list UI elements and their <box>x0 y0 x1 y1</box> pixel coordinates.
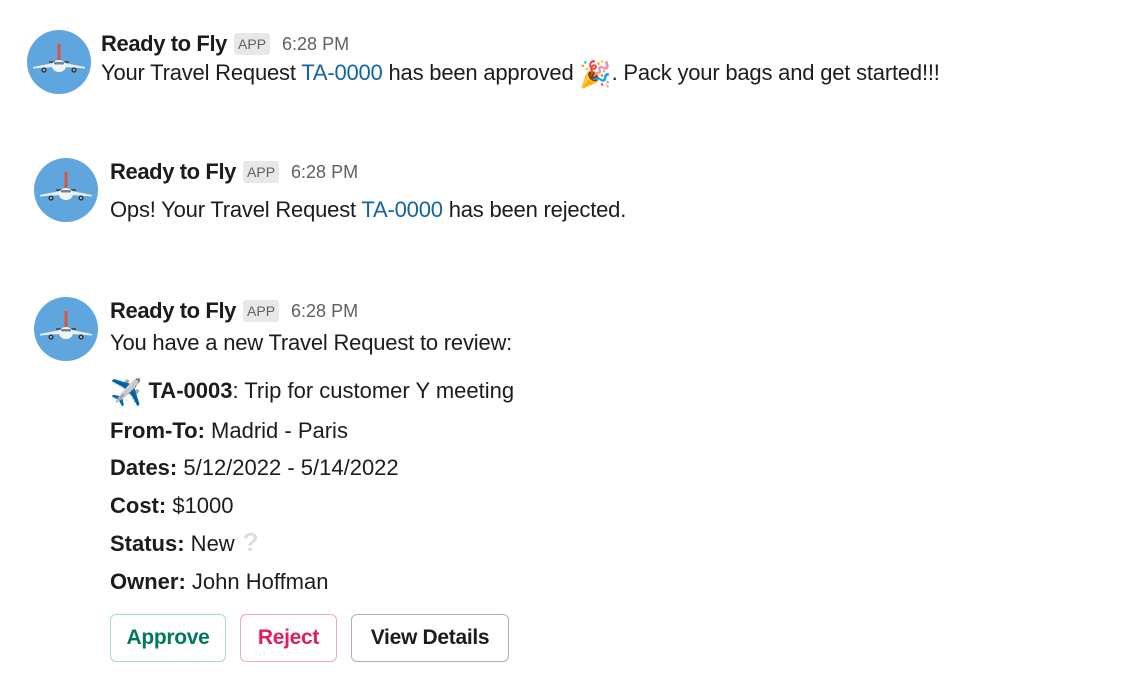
request-link[interactable]: TA-0000 <box>361 197 443 222</box>
sender-name[interactable]: Ready to Fly <box>110 159 236 185</box>
field-dates: Dates: 5/12/2022 - 5/14/2022 <box>110 449 514 487</box>
field-value: John Hoffman <box>185 568 329 594</box>
reject-button[interactable]: Reject <box>240 614 337 662</box>
text-segment: Ops! Your Travel Request <box>110 197 362 222</box>
avatar[interactable] <box>34 297 98 361</box>
text-segment: has been approved <box>382 60 580 85</box>
field-label: Status: <box>110 531 185 556</box>
timestamp[interactable]: 6:28 PM <box>291 162 358 183</box>
airplane-icon: ✈️ <box>110 377 143 407</box>
message-header: Ready to Fly APP 6:28 PM <box>110 158 626 186</box>
text-segment: . Pack your bags and get started!!! <box>611 60 940 85</box>
field-status: Status: New? <box>110 524 514 563</box>
approve-button[interactable]: Approve <box>110 614 226 662</box>
timestamp[interactable]: 6:28 PM <box>282 34 349 55</box>
message-header: Ready to Fly APP 6:28 PM <box>101 30 940 58</box>
question-mark-icon: ? <box>242 527 259 557</box>
app-badge: APP <box>234 33 271 55</box>
avatar[interactable] <box>27 30 91 94</box>
message-approved: Ready to Fly APP 6:28 PM Your Travel Req… <box>27 30 940 94</box>
field-label: From-To: <box>110 417 205 443</box>
party-popper-icon: 🎉 <box>579 59 612 89</box>
text-segment: has been rejected. <box>442 197 627 222</box>
sender-name[interactable]: Ready to Fly <box>101 31 227 57</box>
field-value: $1000 <box>166 492 234 518</box>
message-intro: You have a new Travel Request to review: <box>110 330 513 355</box>
field-from-to: From-To: Madrid - Paris <box>110 412 514 450</box>
message-rejected: Ready to Fly APP 6:28 PM Ops! Your Trave… <box>34 158 626 228</box>
request-details: ✈️ TA-0003: Trip for customer Y meeting … <box>110 372 514 600</box>
field-cost: Cost: $1000 <box>110 487 514 525</box>
airplane-front-icon <box>40 311 92 340</box>
field-label: Cost: <box>110 492 167 518</box>
app-badge: APP <box>243 161 280 183</box>
field-label: Dates: <box>110 455 178 480</box>
avatar[interactable] <box>34 158 98 222</box>
app-badge: APP <box>243 300 280 322</box>
message-text: Your Travel Request TA-0000 has been app… <box>101 55 940 92</box>
sender-name[interactable]: Ready to Fly <box>110 298 236 324</box>
field-owner: Owner: John Hoffman <box>110 563 514 601</box>
text-segment: Your Travel Request <box>101 60 302 85</box>
field-value: Madrid - Paris <box>204 417 348 443</box>
request-id: TA-0003 <box>148 378 233 403</box>
airplane-front-icon <box>40 172 92 201</box>
airplane-front-icon <box>33 44 85 73</box>
request-title: : Trip for customer Y meeting <box>232 378 515 403</box>
timestamp[interactable]: 6:28 PM <box>291 301 358 322</box>
message-header: Ready to Fly APP 6:28 PM <box>110 297 514 325</box>
field-label: Owner: <box>110 568 186 594</box>
message-review-request: Ready to Fly APP 6:28 PM You have a new … <box>34 297 514 662</box>
message-text: Ops! Your Travel Request TA-0000 has bee… <box>110 192 626 228</box>
field-value: New <box>184 531 235 556</box>
request-title-line: ✈️ TA-0003: Trip for customer Y meeting <box>110 372 514 412</box>
action-buttons: Approve Reject View Details <box>110 614 514 662</box>
field-value: 5/12/2022 - 5/14/2022 <box>177 455 399 480</box>
request-link[interactable]: TA-0000 <box>301 60 383 85</box>
view-details-button[interactable]: View Details <box>351 614 509 662</box>
